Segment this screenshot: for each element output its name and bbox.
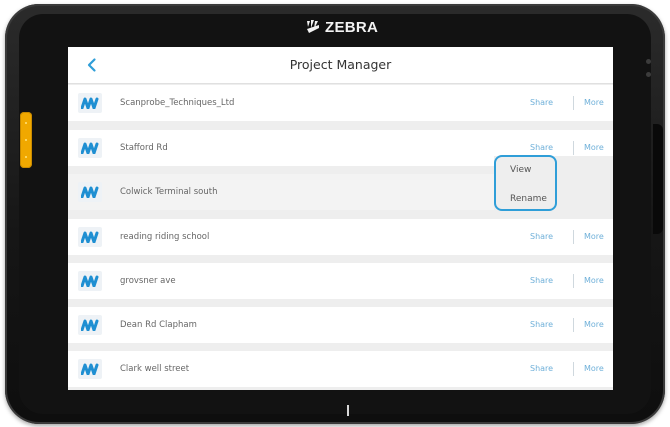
brand-name: ZEBRA bbox=[325, 18, 379, 36]
app-screen: Project Manager Scanprobe_Techniques_Ltd… bbox=[68, 47, 613, 390]
project-name: Colwick Terminal south bbox=[120, 187, 218, 197]
project-row[interactable]: reading riding school Share More bbox=[68, 219, 613, 255]
page-title: Project Manager bbox=[289, 57, 392, 72]
project-name: Scanprobe_Techniques_Ltd bbox=[120, 98, 235, 108]
project-name: Clark well street bbox=[120, 364, 190, 374]
project-logo-icon bbox=[78, 93, 102, 113]
project-name: Stafford Rd bbox=[120, 143, 168, 153]
project-row[interactable]: Scanprobe_Techniques_Ltd Share More bbox=[68, 85, 613, 121]
app-bar: Project Manager bbox=[68, 47, 613, 84]
project-name: Dean Rd Clapham bbox=[120, 320, 197, 330]
sensor-lens bbox=[646, 72, 651, 77]
more-link[interactable]: More bbox=[584, 219, 604, 255]
rename-menu-item[interactable]: Rename bbox=[510, 188, 547, 210]
project-logo-icon bbox=[78, 138, 102, 158]
action-separator bbox=[573, 96, 574, 110]
project-row[interactable]: grovsner ave Share More bbox=[68, 263, 613, 299]
action-separator bbox=[573, 362, 574, 376]
side-notch bbox=[653, 124, 663, 234]
view-menu-item[interactable]: View bbox=[510, 159, 531, 181]
project-name: reading riding school bbox=[120, 232, 210, 242]
project-row[interactable]: Clark well street Share More bbox=[68, 351, 613, 387]
project-logo-icon bbox=[78, 271, 102, 291]
share-link[interactable]: Share bbox=[530, 219, 553, 255]
share-link[interactable]: Share bbox=[530, 263, 553, 299]
more-link[interactable]: More bbox=[584, 351, 604, 387]
project-name: grovsner ave bbox=[120, 276, 176, 286]
more-menu: View Rename bbox=[494, 156, 613, 214]
share-link[interactable]: Share bbox=[530, 85, 553, 121]
zebra-logo-icon bbox=[307, 20, 319, 33]
project-logo-icon bbox=[78, 182, 102, 202]
more-link[interactable]: More bbox=[584, 263, 604, 299]
zebra-brand: ZEBRA bbox=[305, 14, 378, 40]
camera-lens bbox=[646, 59, 651, 64]
action-separator bbox=[573, 274, 574, 288]
more-link[interactable]: More bbox=[584, 307, 604, 343]
action-separator bbox=[573, 318, 574, 332]
more-link[interactable]: More bbox=[584, 85, 604, 121]
chevron-left-icon[interactable] bbox=[84, 57, 100, 73]
share-link[interactable]: Share bbox=[530, 307, 553, 343]
action-separator bbox=[573, 230, 574, 244]
project-logo-icon bbox=[78, 359, 102, 379]
project-logo-icon bbox=[78, 227, 102, 247]
project-logo-icon bbox=[78, 315, 102, 335]
action-separator bbox=[573, 141, 574, 155]
share-link[interactable]: Share bbox=[530, 351, 553, 387]
home-indicator[interactable] bbox=[347, 405, 349, 416]
side-scan-button[interactable] bbox=[20, 112, 32, 168]
project-row[interactable]: Dean Rd Clapham Share More bbox=[68, 307, 613, 343]
